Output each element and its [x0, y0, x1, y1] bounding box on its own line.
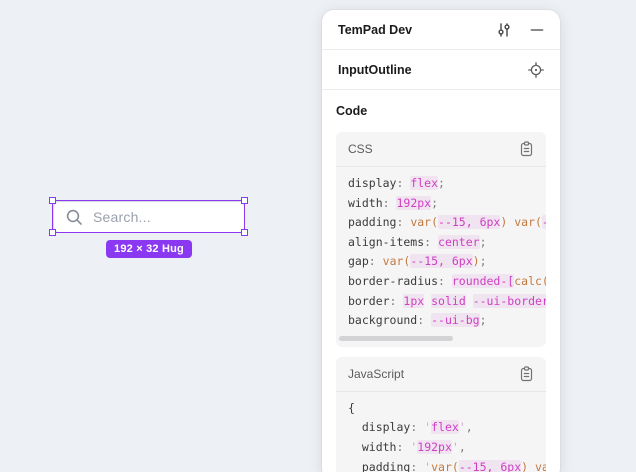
minimize-icon[interactable] [530, 23, 544, 37]
selection-handle-top-left[interactable] [49, 197, 56, 204]
dimensions-badge: 192 × 32 Hug [106, 240, 192, 258]
clipboard-copy-icon[interactable] [519, 366, 534, 382]
css-scrollbar-thumb[interactable] [339, 336, 453, 341]
css-block-header: CSS [336, 132, 546, 167]
js-code-block: JavaScript { display: 'flex', width: '19… [336, 357, 546, 472]
css-code-content[interactable]: display: flex;width: 192px;padding: var(… [336, 167, 546, 331]
search-input-component[interactable]: Search... [53, 201, 245, 233]
selection-handle-top-right[interactable] [241, 197, 248, 204]
selection-handle-bottom-right[interactable] [241, 229, 248, 236]
js-block-header: JavaScript [336, 357, 546, 392]
css-code-block: CSS display: flex;width: 192px;padding: … [336, 132, 546, 347]
js-code-content[interactable]: { display: 'flex', width: '192px', paddi… [336, 392, 546, 472]
js-block-label: JavaScript [348, 367, 404, 381]
css-horizontal-scrollbar [339, 336, 543, 341]
css-block-label: CSS [348, 142, 373, 156]
selected-component-row: InputOutline [322, 50, 560, 90]
tempad-dev-panel: TemPad Dev InputOutline [322, 10, 560, 472]
sliders-icon[interactable] [496, 22, 512, 38]
code-section: Code CSS display: flex;width: 192px;padd… [322, 104, 560, 472]
clipboard-copy-icon[interactable] [519, 141, 534, 157]
selection-handle-bottom-left[interactable] [49, 229, 56, 236]
locate-target-icon[interactable] [528, 62, 544, 78]
code-section-label: Code [336, 104, 546, 118]
search-placeholder-text: Search... [93, 209, 151, 225]
panel-header: TemPad Dev [322, 10, 560, 50]
component-name: InputOutline [338, 63, 412, 77]
panel-title: TemPad Dev [338, 23, 412, 37]
search-icon [65, 208, 84, 227]
